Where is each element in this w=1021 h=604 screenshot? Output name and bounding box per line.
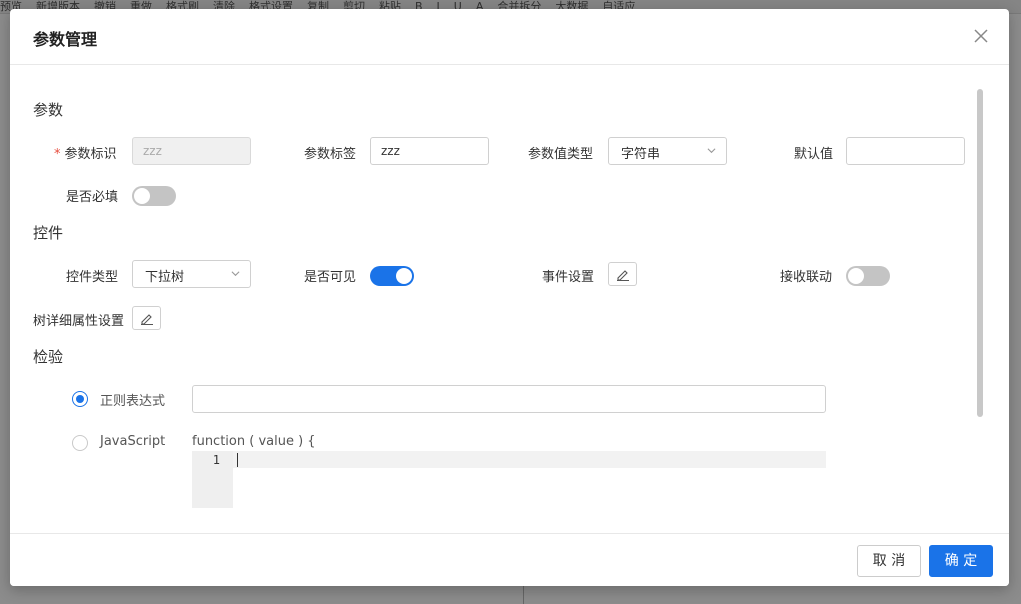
linkage-toggle[interactable]	[846, 266, 890, 286]
confirm-button[interactable]: 确 定	[929, 545, 993, 577]
required-toggle[interactable]	[132, 186, 176, 206]
param-tag-label: 参数标签	[304, 147, 357, 162]
text-cursor	[237, 453, 238, 467]
visible-toggle[interactable]	[370, 266, 414, 286]
value-type-label: 参数值类型	[528, 147, 594, 162]
tree-properties-button[interactable]	[132, 306, 161, 330]
close-icon[interactable]	[972, 27, 990, 45]
dialog-body: 参数 * 参数标识 zzz 参数标签 zzz 参数值类型 字符串 默认值 是否必填…	[10, 65, 1009, 533]
chevron-down-icon	[231, 271, 240, 277]
required-label: 是否必填	[66, 190, 119, 205]
function-signature: function ( value ) {	[192, 434, 316, 449]
regex-input[interactable]	[192, 385, 826, 413]
javascript-radio[interactable]	[72, 435, 88, 451]
event-settings-label: 事件设置	[542, 270, 595, 285]
default-value-input[interactable]	[846, 137, 965, 165]
code-editor[interactable]: 1	[192, 451, 826, 508]
visible-label: 是否可见	[304, 270, 357, 285]
tree-properties-label: 树详细属性设置	[33, 314, 125, 329]
javascript-radio-label[interactable]: JavaScript	[100, 434, 165, 449]
edit-icon	[617, 270, 629, 281]
param-tag-input[interactable]: zzz	[370, 137, 489, 165]
cancel-button[interactable]: 取 消	[857, 545, 921, 577]
dialog-header: 参数管理	[10, 9, 1009, 65]
regex-radio[interactable]	[72, 391, 88, 407]
value-type-select[interactable]: 字符串	[608, 137, 727, 165]
value-type-selected: 字符串	[621, 147, 661, 162]
control-type-selected: 下拉树	[145, 270, 185, 285]
section-title-control: 控件	[33, 224, 64, 242]
toggle-knob	[848, 268, 864, 284]
control-type-select[interactable]: 下拉树	[132, 260, 251, 288]
required-mark: *	[54, 147, 61, 162]
chevron-down-icon	[707, 148, 716, 154]
dialog-footer: 取 消 确 定	[10, 533, 1009, 586]
edit-icon	[141, 314, 153, 325]
param-id-input[interactable]: zzz	[132, 137, 251, 165]
line-number: 1	[212, 453, 220, 467]
param-id-label: * 参数标识	[54, 147, 117, 162]
linkage-label: 接收联动	[780, 270, 833, 285]
toggle-knob	[134, 188, 150, 204]
toggle-knob	[396, 268, 412, 284]
editor-gutter: 1	[192, 451, 233, 508]
dialog-title: 参数管理	[33, 30, 98, 49]
parameter-management-dialog: 参数管理 参数 * 参数标识 zzz 参数标签 zzz 参数值类型 字符串 默认值…	[10, 9, 1009, 586]
event-settings-button[interactable]	[608, 262, 637, 286]
active-line-highlight	[233, 451, 826, 468]
section-title-params: 参数	[33, 101, 64, 119]
control-type-label: 控件类型	[66, 270, 119, 285]
default-value-label: 默认值	[794, 147, 834, 162]
scrollbar[interactable]	[977, 89, 983, 417]
regex-radio-label[interactable]: 正则表达式	[100, 390, 165, 409]
section-title-validation: 检验	[33, 348, 64, 366]
